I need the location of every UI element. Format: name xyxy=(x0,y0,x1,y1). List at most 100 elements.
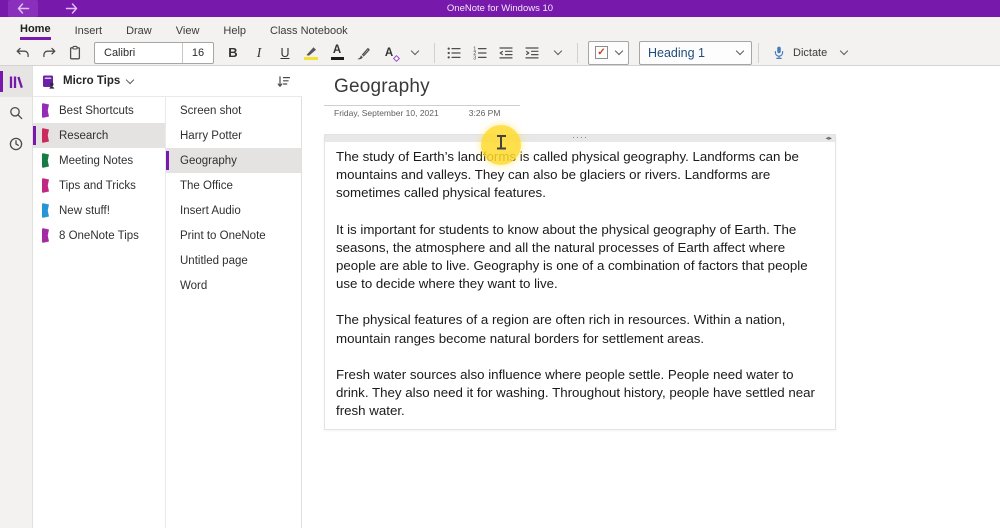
section-list: Best Shortcuts Research Meeting Notes Ti… xyxy=(33,97,166,528)
section-item-research[interactable]: Research xyxy=(33,123,165,148)
page-item-insert-audio[interactable]: Insert Audio xyxy=(166,198,301,223)
paste-button[interactable] xyxy=(62,42,88,64)
sort-icon xyxy=(277,75,291,87)
text-cursor-icon xyxy=(496,135,506,149)
dictate-button[interactable]: Dictate xyxy=(771,45,849,61)
page-title[interactable]: Geography xyxy=(334,76,520,98)
page-item-screen-shot[interactable]: Screen shot xyxy=(166,98,301,123)
decrease-indent-button[interactable] xyxy=(493,42,519,64)
format-painter-button[interactable] xyxy=(350,42,376,64)
chevron-down-icon xyxy=(410,46,420,56)
window-title: OneNote for Windows 10 xyxy=(446,3,554,14)
forward-button[interactable] xyxy=(56,0,86,17)
font-size-select[interactable]: 16 xyxy=(183,43,213,63)
paragraph[interactable]: Fresh water sources also influence where… xyxy=(336,366,823,421)
page-canvas[interactable]: Geography Friday, September 10, 2021 3:2… xyxy=(302,66,1000,528)
toolbar-separator xyxy=(434,42,435,63)
rail-notebooks-button[interactable] xyxy=(0,66,32,97)
increase-indent-button[interactable] xyxy=(519,42,545,64)
rail-search-button[interactable] xyxy=(0,97,32,128)
page-title-block[interactable]: Geography xyxy=(324,76,520,106)
decrease-indent-icon xyxy=(499,46,513,58)
menu-bar: Home Insert Draw View Help Class Noteboo… xyxy=(0,17,1000,40)
increase-indent-icon xyxy=(525,46,539,58)
more-lists-button[interactable] xyxy=(545,42,571,64)
chevron-down-icon xyxy=(840,46,849,56)
page-item-untitled-page[interactable]: Untitled page xyxy=(166,248,301,273)
paragraph[interactable]: It is important for students to know abo… xyxy=(336,221,823,294)
page-date: Friday, September 10, 2021 xyxy=(334,108,439,118)
click-highlight-indicator xyxy=(481,125,521,165)
note-container[interactable]: ···· ◂▸ The study of Earth’s landforms i… xyxy=(324,133,836,431)
section-tab-icon xyxy=(42,203,49,218)
underline-button[interactable]: U xyxy=(272,42,298,64)
redo-button[interactable] xyxy=(36,42,62,64)
notebook-header: Micro Tips xyxy=(33,66,302,97)
more-formatting-button[interactable] xyxy=(402,42,428,64)
chevron-down-icon xyxy=(735,46,745,56)
numbered-list-button[interactable]: 1 2 3 xyxy=(467,42,493,64)
page-item-print-to-onenote[interactable]: Print to OneNote xyxy=(166,223,301,248)
tag-dropdown-button[interactable] xyxy=(614,46,624,56)
ribbon: Home Insert Draw View Help Class Noteboo… xyxy=(0,17,1000,66)
notebook-switcher[interactable]: Micro Tips xyxy=(41,74,274,89)
section-item-8-onenote-tips[interactable]: 8 OneNote Tips xyxy=(33,223,165,248)
clock-icon xyxy=(9,137,23,150)
style-selected-value: Heading 1 xyxy=(648,45,705,60)
section-item-new-stuff[interactable]: New stuff! xyxy=(33,198,165,223)
tab-help[interactable]: Help xyxy=(211,21,258,40)
page-time: 3:26 PM xyxy=(468,108,501,118)
resize-arrows-icon[interactable]: ◂▸ xyxy=(825,135,832,142)
note-text-area[interactable]: The study of Earth’s landforms is called… xyxy=(325,142,835,429)
section-item-best-shortcuts[interactable]: Best Shortcuts xyxy=(33,98,165,123)
format-toolbar: Calibri 16 B I U A A 1 2 3 ✓ Heading 1 D… xyxy=(0,40,1000,65)
onenote-app: OneNote for Windows 10 Home Insert Draw … xyxy=(0,0,1000,528)
sort-pages-button[interactable] xyxy=(274,70,294,92)
tab-home[interactable]: Home xyxy=(8,19,63,40)
section-item-tips-and-tricks[interactable]: Tips and Tricks xyxy=(33,173,165,198)
page-item-word[interactable]: Word xyxy=(166,273,301,298)
tab-view[interactable]: View xyxy=(164,21,212,40)
search-icon xyxy=(10,106,23,119)
rail-recent-notes-button[interactable] xyxy=(0,128,32,159)
tab-insert[interactable]: Insert xyxy=(63,21,115,40)
font-name-select[interactable]: Calibri xyxy=(95,42,183,63)
page-item-harry-potter[interactable]: Harry Potter xyxy=(166,123,301,148)
page-item-geography[interactable]: Geography xyxy=(166,148,301,173)
paragraph[interactable]: The physical features of a region are of… xyxy=(336,311,823,347)
check-icon: ✓ xyxy=(597,46,606,58)
todo-tag-button[interactable]: ✓ xyxy=(595,46,608,59)
italic-button[interactable]: I xyxy=(246,42,272,64)
style-dropdown[interactable]: Heading 1 xyxy=(639,40,752,65)
chevron-down-icon xyxy=(126,75,135,84)
section-item-meeting-notes[interactable]: Meeting Notes xyxy=(33,148,165,173)
bullet-list-icon xyxy=(447,46,461,59)
todo-tag-group: ✓ xyxy=(588,40,629,65)
notebook-name: Micro Tips xyxy=(63,75,121,87)
clear-formatting-diamond-icon xyxy=(392,54,401,62)
page-item-the-office[interactable]: The Office xyxy=(166,173,301,198)
notebook-panes: Micro Tips Best Shortcuts Research Meeti… xyxy=(33,66,302,528)
bold-button[interactable]: B xyxy=(220,42,246,64)
clear-formatting-button[interactable]: A xyxy=(376,42,402,64)
section-tab-icon xyxy=(42,153,49,168)
notebook-icon xyxy=(43,75,55,89)
back-button[interactable] xyxy=(8,0,38,17)
font-group: Calibri 16 xyxy=(94,41,214,64)
undo-button[interactable] xyxy=(10,42,36,64)
note-drag-handle[interactable]: ···· ◂▸ xyxy=(325,133,835,142)
section-tab-icon xyxy=(42,128,49,143)
dictate-label: Dictate xyxy=(793,46,828,59)
chevron-down-icon xyxy=(553,46,563,56)
tab-class-notebook[interactable]: Class Notebook xyxy=(258,21,360,40)
tab-draw[interactable]: Draw xyxy=(114,21,164,40)
undo-icon xyxy=(16,47,29,57)
font-color-button[interactable]: A xyxy=(324,42,350,64)
paragraph[interactable]: The study of Earth’s landforms is called… xyxy=(336,148,823,203)
forward-arrow-icon xyxy=(65,3,77,14)
format-painter-icon xyxy=(357,47,370,59)
svg-text:3: 3 xyxy=(473,55,476,61)
highlighter-icon xyxy=(304,45,318,60)
bullet-list-button[interactable] xyxy=(441,42,467,64)
highlighter-button[interactable] xyxy=(298,42,324,64)
